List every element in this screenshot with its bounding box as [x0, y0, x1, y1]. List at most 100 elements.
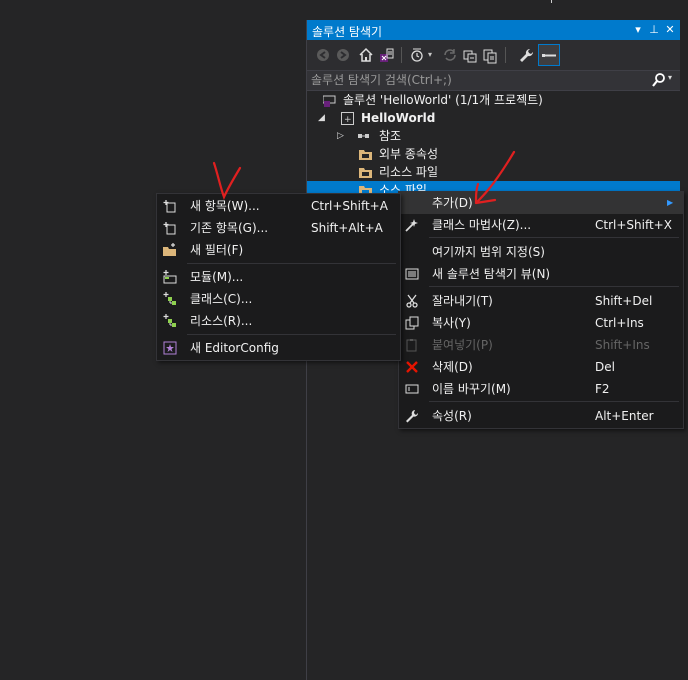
pending-changes-filter-icon[interactable] — [408, 45, 426, 65]
copy-icon — [405, 316, 419, 330]
context-menu-item[interactable]: 클래스 마법사(Z)... Ctrl+Shift+X — [399, 214, 683, 236]
context-menu-item[interactable]: 붙여넣기(P) Shift+Ins — [399, 334, 683, 356]
class-wizard-icon — [405, 218, 419, 232]
tree-item-label: 리소스 파일 — [379, 165, 439, 179]
submenu-item[interactable]: 리소스(R)... — [157, 310, 400, 332]
filter-folder-icon — [359, 166, 372, 178]
search-icon[interactable] — [652, 72, 666, 88]
submenu-item[interactable]: 클래스(C)... — [157, 288, 400, 310]
close-icon[interactable]: ✕ — [663, 22, 677, 38]
forward-icon[interactable] — [334, 45, 352, 65]
context-menu-item[interactable]: 새 솔루션 탐색기 뷰(N) — [399, 263, 683, 285]
home-icon[interactable] — [357, 45, 375, 65]
context-menu-item-label: 잘라내기(T) — [432, 294, 493, 308]
wrench-icon — [405, 409, 419, 423]
toolbar-separator — [401, 47, 402, 63]
expanded-arrow-icon[interactable]: ◢ — [318, 109, 325, 127]
panel-title-bar: 솔루션 탐색기 ▾ ⊥ ✕ — [307, 20, 680, 40]
context-menu-item-shortcut: Ctrl+Shift+X — [595, 218, 672, 232]
submenu-item-label: 새 EditorConfig — [190, 341, 279, 355]
menu-separator — [187, 263, 396, 264]
tree-item-project[interactable]: ◢ + HelloWorld — [307, 109, 680, 127]
context-menu-item-label: 이름 바꾸기(M) — [432, 382, 511, 396]
search-bar: ▾ — [307, 70, 680, 91]
submenu-item[interactable]: 새 필터(F) — [157, 239, 400, 261]
back-icon[interactable] — [314, 45, 332, 65]
context-menu-item-shortcut: Alt+Enter — [595, 409, 654, 423]
context-menu-item-shortcut: F2 — [595, 382, 610, 396]
tree-item-label: 외부 종속성 — [379, 147, 439, 161]
submenu-item[interactable]: 모듈(M)... — [157, 266, 400, 288]
context-menu-item-shortcut: Del — [595, 360, 615, 374]
search-input[interactable] — [311, 72, 641, 88]
context-menu-item[interactable]: 여기까지 범위 지정(S) — [399, 241, 683, 263]
submenu-item-shortcut: Shift+Alt+A — [311, 221, 383, 235]
rename-icon — [405, 382, 419, 396]
collapsed-arrow-icon[interactable]: ▷ — [337, 127, 344, 145]
tree-item-label: 참조 — [379, 129, 402, 143]
existing-item-icon — [163, 221, 177, 235]
tree-item-external-dependencies[interactable]: 외부 종속성 — [307, 145, 680, 163]
submenu-item-label: 모듈(M)... — [190, 270, 244, 284]
top-divider-mark — [551, 0, 552, 3]
context-menu-item[interactable]: 삭제(D) Del — [399, 356, 683, 378]
pin-icon[interactable]: ⊥ — [647, 22, 661, 38]
context-menu-item-label: 붙여넣기(P) — [432, 338, 493, 352]
new-item-icon — [163, 199, 177, 213]
context-menu-item[interactable]: 속성(R) Alt+Enter — [399, 405, 683, 427]
context-menu-item[interactable]: 복사(Y) Ctrl+Ins — [399, 312, 683, 334]
menu-separator — [187, 334, 396, 335]
resource-icon — [163, 314, 177, 328]
paste-icon — [405, 338, 419, 352]
preview-selected-items-icon[interactable] — [538, 44, 560, 66]
context-menu-item-shortcut: Shift+Ins — [595, 338, 650, 352]
context-menu-item-shortcut: Shift+Del — [595, 294, 653, 308]
submenu-item-label: 새 필터(F) — [190, 243, 244, 257]
editorconfig-icon — [163, 341, 177, 355]
context-menu-item-label: 복사(Y) — [432, 316, 471, 330]
submenu-item-label: 리소스(R)... — [190, 314, 253, 328]
context-menu-item[interactable]: 이름 바꾸기(M) F2 — [399, 378, 683, 400]
switch-views-icon[interactable] — [377, 45, 395, 65]
submenu-item-label: 새 항목(W)... — [190, 199, 260, 213]
solution-explorer-toolbar: ▾ — [307, 40, 680, 70]
class-icon — [163, 292, 177, 306]
toolbar-separator — [505, 47, 506, 63]
submenu-item[interactable]: 기존 항목(G)... Shift+Alt+A — [157, 217, 400, 239]
submenu-item[interactable]: 새 EditorConfig — [157, 337, 400, 359]
folder-icon — [359, 148, 372, 160]
collapse-all-icon[interactable] — [461, 45, 479, 65]
search-options-dropdown-icon[interactable]: ▾ — [668, 73, 672, 82]
context-menu-item-label: 삭제(D) — [432, 360, 473, 374]
filter-dropdown-icon[interactable]: ▾ — [425, 45, 435, 65]
solution-icon — [323, 94, 336, 107]
submenu-item-label: 기존 항목(G)... — [190, 221, 269, 235]
context-menu-item-label: 추가(D) — [432, 196, 473, 210]
panel-title: 솔루션 탐색기 — [312, 25, 383, 39]
submenu-arrow-icon: ▶ — [667, 198, 674, 207]
references-icon — [357, 130, 369, 142]
tree-item-solution[interactable]: 솔루션 'HelloWorld' (1/1개 프로젝트) — [307, 91, 680, 109]
sync-icon[interactable] — [441, 45, 459, 65]
context-menu-item[interactable]: 잘라내기(T) Shift+Del — [399, 290, 683, 312]
properties-wrench-icon[interactable] — [517, 45, 535, 65]
context-menu-item-label: 여기까지 범위 지정(S) — [432, 245, 545, 259]
add-submenu: 새 항목(W)... Ctrl+Shift+A 기존 항목(G)... Shift+A… — [156, 193, 401, 361]
svg-text:+: + — [344, 115, 352, 125]
module-icon — [163, 270, 177, 284]
context-menu-item-label: 속성(R) — [432, 409, 472, 423]
menu-separator — [429, 401, 679, 402]
context-menu-item-label: 새 솔루션 탐색기 뷰(N) — [432, 267, 551, 281]
tree-item-resource-files[interactable]: 리소스 파일 — [307, 163, 680, 181]
show-all-files-icon[interactable] — [481, 45, 499, 65]
tree-item-label: HelloWorld — [361, 111, 436, 125]
context-menu-item-label: 클래스 마법사(Z)... — [432, 218, 532, 232]
menu-separator — [429, 286, 679, 287]
cpp-project-icon: + — [341, 112, 354, 125]
submenu-item[interactable]: 새 항목(W)... Ctrl+Shift+A — [157, 195, 400, 217]
tree-item-references[interactable]: ▷ 참조 — [307, 127, 680, 145]
new-view-icon — [405, 267, 419, 281]
context-menu-item[interactable]: 추가(D) ▶ — [399, 192, 683, 214]
window-position-dropdown-icon[interactable]: ▾ — [631, 22, 645, 38]
tree-item-label: 솔루션 'HelloWorld' (1/1개 프로젝트) — [343, 93, 543, 107]
